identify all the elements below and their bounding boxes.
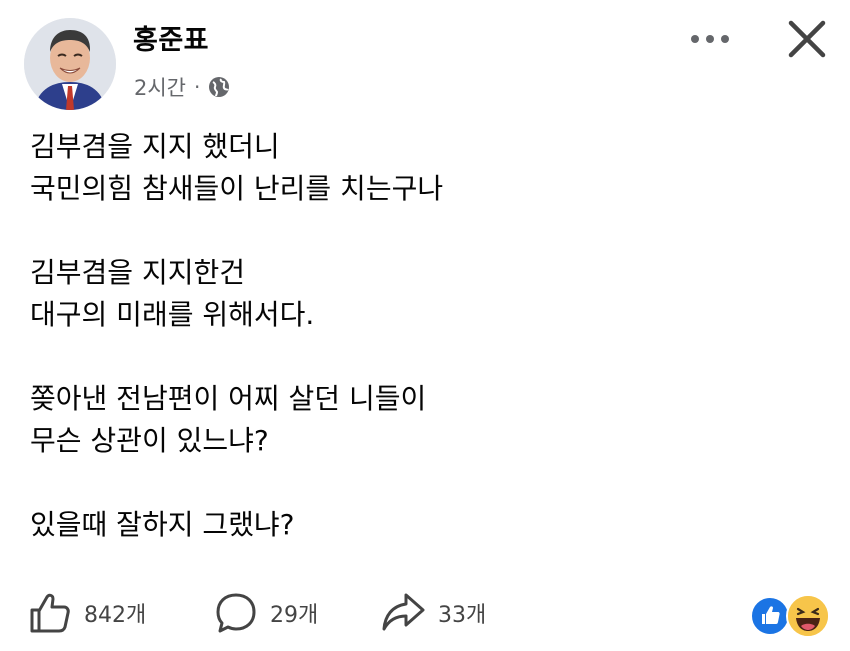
dot-icon (706, 35, 714, 43)
post-meta: 2시간 · (134, 72, 230, 102)
dot-icon (691, 35, 699, 43)
share-count: 33개 (438, 603, 487, 628)
paragraph: 쫒아낸 전남편이 어찌 살던 니들이 무슨 상관이 있느냐? (30, 378, 820, 462)
close-icon[interactable] (784, 16, 830, 62)
like-icon (750, 596, 790, 636)
author-avatar[interactable] (24, 18, 116, 110)
meta-separator: · (194, 75, 201, 99)
share-icon (382, 593, 425, 631)
comment-button[interactable]: 29개 (214, 586, 318, 640)
globe-icon[interactable] (208, 76, 230, 98)
post-footer: 842개 29개 33개 (0, 586, 850, 640)
text-line: 김부겸을 지지한건 (30, 256, 245, 289)
like-button[interactable]: 842개 (28, 586, 146, 640)
more-options-button[interactable] (686, 22, 734, 56)
text-line: 무슨 상관이 있느냐? (30, 424, 269, 457)
share-button[interactable]: 33개 (380, 586, 486, 640)
paragraph: 김부겸을 지지한건 대구의 미래를 위해서다. (30, 252, 820, 336)
dot-icon (721, 35, 729, 43)
reaction-summary[interactable] (750, 594, 830, 638)
comment-icon (216, 593, 256, 633)
like-count: 842개 (84, 603, 147, 628)
comment-count: 29개 (270, 603, 319, 628)
post-time[interactable]: 2시간 (134, 72, 186, 102)
paragraph: 있을때 잘하지 그랬냐? (30, 504, 820, 546)
author-name[interactable]: 홍준표 (133, 18, 209, 57)
text-line: 쫒아낸 전남편이 어찌 살던 니들이 (30, 382, 427, 415)
text-line: 있을때 잘하지 그랬냐? (30, 508, 295, 541)
text-line: 김부겸을 지지 했더니 (30, 130, 280, 163)
haha-icon (786, 594, 830, 638)
thumbs-up-icon (30, 593, 70, 633)
post-body: 김부겸을 지지 했더니 국민의힘 참새들이 난리를 치는구나 김부겸을 지지한건… (30, 126, 820, 588)
paragraph: 김부겸을 지지 했더니 국민의힘 참새들이 난리를 치는구나 (30, 126, 820, 210)
text-line: 국민의힘 참새들이 난리를 치는구나 (30, 172, 444, 205)
post-header: 홍준표 2시간 · (0, 0, 850, 115)
text-line: 대구의 미래를 위해서다. (30, 298, 315, 331)
